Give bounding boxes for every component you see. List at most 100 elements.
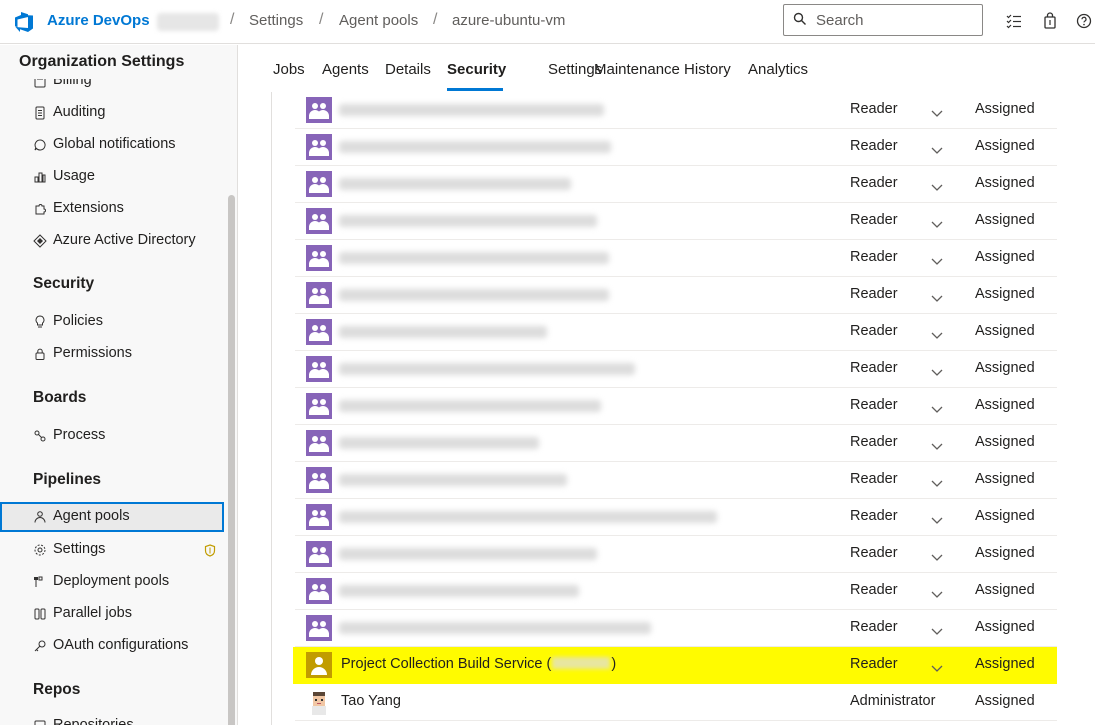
help-icon[interactable] <box>1075 12 1093 30</box>
tab-security[interactable]: Security <box>447 61 506 78</box>
sidebar-item-usage[interactable]: Usage <box>0 162 224 192</box>
chevron-down-icon[interactable] <box>931 216 943 228</box>
group-icon <box>306 208 332 234</box>
breadcrumb-settings[interactable]: Settings <box>249 12 303 29</box>
identity-name-redacted <box>339 363 635 375</box>
table-row[interactable]: Tao Yang Administrator Assigned <box>295 684 1057 721</box>
chevron-down-icon[interactable] <box>931 253 943 265</box>
role-value[interactable]: Reader <box>850 360 898 376</box>
role-value[interactable]: Reader <box>850 656 898 672</box>
role-value[interactable]: Reader <box>850 323 898 339</box>
sidebar-item-deployment-pools[interactable]: Deployment pools <box>0 567 224 597</box>
sidebar-item-auditing[interactable]: Auditing <box>0 98 224 128</box>
breadcrumb-agent-pools[interactable]: Agent pools <box>339 12 418 29</box>
brand-link[interactable]: Azure DevOps <box>47 12 150 29</box>
panel-divider <box>271 92 272 725</box>
tab-analytics[interactable]: Analytics <box>748 61 808 78</box>
table-row[interactable]: Reader Assigned <box>295 573 1057 610</box>
organization-name-redacted[interactable] <box>157 13 219 31</box>
chevron-down-icon[interactable] <box>931 549 943 561</box>
access-value: Assigned <box>975 397 1035 413</box>
tab-jobs[interactable]: Jobs <box>273 61 305 78</box>
sidebar-item-label: Deployment pools <box>53 573 170 589</box>
azure-devops-logo-icon[interactable] <box>12 10 36 34</box>
chevron-down-icon[interactable] <box>931 105 943 117</box>
role-value[interactable]: Reader <box>850 434 898 450</box>
sidebar-item-policies[interactable]: Policies <box>0 307 224 337</box>
access-value: Assigned <box>975 582 1035 598</box>
role-value[interactable]: Reader <box>850 212 898 228</box>
sidebar-item-label: Process <box>53 427 106 443</box>
identity-name: Tao Yang <box>341 693 401 709</box>
table-row[interactable]: Reader Assigned <box>295 462 1057 499</box>
chevron-down-icon[interactable] <box>931 512 943 524</box>
tab-agents[interactable]: Agents <box>322 61 369 78</box>
top-bar: Azure DevOps / Settings / Agent pools / … <box>0 0 1095 44</box>
role-value[interactable]: Reader <box>850 545 898 561</box>
table-row[interactable]: Reader Assigned <box>295 351 1057 388</box>
sidebar-item-permissions[interactable]: Permissions <box>0 339 224 369</box>
table-row[interactable]: Reader Assigned <box>295 314 1057 351</box>
tab-maintenance-history[interactable]: Maintenance History <box>594 61 731 78</box>
table-row[interactable]: Reader Assigned <box>295 499 1057 536</box>
shopping-bag-icon[interactable] <box>1041 12 1059 30</box>
sidebar-item-settings[interactable]: Settings <box>0 535 224 565</box>
table-row[interactable]: Reader Assigned <box>295 129 1057 166</box>
table-row[interactable]: Reader Assigned <box>295 203 1057 240</box>
tab-details[interactable]: Details <box>385 61 431 78</box>
role-value[interactable]: Reader <box>850 175 898 191</box>
sidebar-scrollbar[interactable] <box>228 195 235 725</box>
chevron-down-icon[interactable] <box>931 364 943 376</box>
role-value[interactable]: Reader <box>850 101 898 117</box>
table-row[interactable]: Reader Assigned <box>295 277 1057 314</box>
sidebar-item-azure-active-directory[interactable]: Azure Active Directory <box>0 226 224 256</box>
role-value[interactable]: Reader <box>850 582 898 598</box>
table-row[interactable]: Reader Assigned <box>295 388 1057 425</box>
group-icon <box>306 171 332 197</box>
breadcrumb-pool-name[interactable]: azure-ubuntu-vm <box>452 12 565 29</box>
sidebar-item-process[interactable]: Process <box>0 421 224 451</box>
chevron-down-icon[interactable] <box>931 327 943 339</box>
chevron-down-icon[interactable] <box>931 660 943 672</box>
chevron-down-icon[interactable] <box>931 586 943 598</box>
sidebar-item-label: Auditing <box>53 104 106 120</box>
chevron-down-icon[interactable] <box>931 290 943 302</box>
shield-icon <box>204 544 216 557</box>
access-value: Assigned <box>975 249 1035 265</box>
chevron-down-icon[interactable] <box>931 179 943 191</box>
sidebar-item-global-notifications[interactable]: Global notifications <box>0 130 224 160</box>
table-row[interactable]: Reader Assigned <box>295 610 1057 647</box>
role-value[interactable]: Reader <box>850 138 898 154</box>
role-value[interactable]: Reader <box>850 471 898 487</box>
chevron-down-icon[interactable] <box>931 623 943 635</box>
table-row[interactable]: Reader Assigned <box>295 92 1057 129</box>
sidebar-item-label: Policies <box>53 313 103 329</box>
table-row[interactable]: Project Collection Build Service () Reade… <box>293 647 1057 684</box>
role-value[interactable]: Reader <box>850 619 898 635</box>
sidebar-item-extensions[interactable]: Extensions <box>0 194 224 224</box>
table-row[interactable]: Reader Assigned <box>295 536 1057 573</box>
search-box[interactable] <box>783 4 983 36</box>
breadcrumb-separator: / <box>230 11 235 28</box>
table-row[interactable]: Reader Assigned <box>295 166 1057 203</box>
table-row[interactable]: Reader Assigned <box>295 425 1057 462</box>
work-items-icon[interactable] <box>1005 12 1023 30</box>
sidebar-item-parallel-jobs[interactable]: Parallel jobs <box>0 599 224 629</box>
chevron-down-icon[interactable] <box>931 142 943 154</box>
role-value[interactable]: Reader <box>850 249 898 265</box>
role-value[interactable]: Reader <box>850 397 898 413</box>
chevron-down-icon[interactable] <box>931 438 943 450</box>
search-input[interactable] <box>816 10 976 30</box>
sidebar-item-repositories[interactable]: Repositories <box>0 711 224 725</box>
sidebar-item-agent-pools[interactable]: Agent pools <box>0 502 224 532</box>
auditing-icon <box>35 106 45 120</box>
chevron-down-icon[interactable] <box>931 475 943 487</box>
role-value[interactable]: Administrator <box>850 693 935 709</box>
role-value[interactable]: Reader <box>850 508 898 524</box>
identity-name: Project Collection Build Service () <box>341 656 616 672</box>
role-value[interactable]: Reader <box>850 286 898 302</box>
sidebar-item-oauth-configurations[interactable]: OAuth configurations <box>0 631 224 661</box>
identity-name-redacted <box>339 289 609 301</box>
table-row[interactable]: Reader Assigned <box>295 240 1057 277</box>
chevron-down-icon[interactable] <box>931 401 943 413</box>
